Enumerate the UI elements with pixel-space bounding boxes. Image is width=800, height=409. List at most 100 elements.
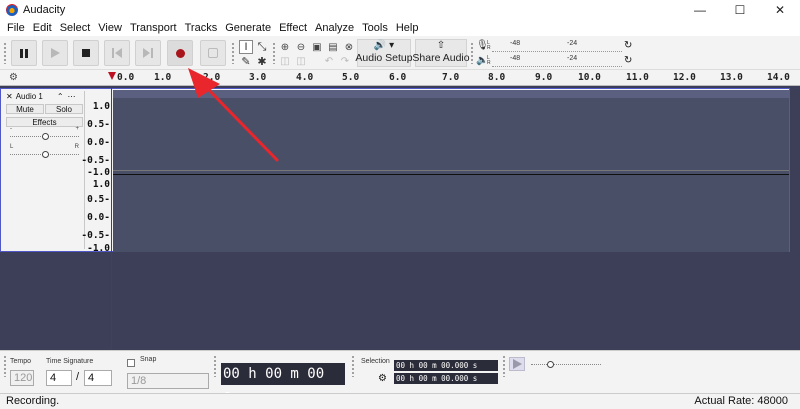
menu-file[interactable]: File bbox=[4, 22, 28, 34]
time-signature-slash: / bbox=[76, 371, 80, 383]
playback-speed-slider[interactable] bbox=[527, 361, 605, 369]
toolbar-grip[interactable] bbox=[3, 42, 7, 64]
fit-selection-button[interactable]: ▣ bbox=[310, 40, 324, 54]
time-signature-denominator[interactable]: 4 bbox=[84, 370, 112, 386]
undo-button[interactable]: ↶ bbox=[322, 54, 336, 68]
mute-button[interactable]: Mute bbox=[6, 104, 44, 114]
zoom-out-button[interactable]: ⊖ bbox=[294, 40, 308, 54]
track-menu-icon[interactable]: ⋯ bbox=[68, 92, 76, 101]
gain-knob[interactable] bbox=[42, 133, 49, 140]
menu-select[interactable]: Select bbox=[57, 22, 94, 34]
audio-setup-button[interactable]: 🔊 ▾ Audio Setup bbox=[355, 39, 413, 67]
tracks-area[interactable]: ✕ Audio 1 ⌃ ⋯ Mute Solo Effects - + L R bbox=[0, 86, 800, 350]
zoom-toggle-button[interactable]: ⊗ bbox=[342, 40, 356, 54]
play-icon bbox=[50, 48, 60, 58]
skip-to-end-button[interactable] bbox=[135, 40, 161, 66]
menu-tools[interactable]: Tools bbox=[359, 22, 391, 34]
play-at-speed-grip[interactable] bbox=[502, 355, 506, 377]
menu-help[interactable]: Help bbox=[393, 22, 422, 34]
time-signature-numerator[interactable]: 4 bbox=[46, 370, 72, 386]
speed-knob[interactable] bbox=[547, 361, 554, 368]
ruler-tick-label: 10.0 bbox=[578, 72, 601, 83]
trim-button[interactable]: ◫ bbox=[278, 54, 292, 68]
audacity-logo-icon bbox=[6, 4, 18, 16]
menu-tracks[interactable]: Tracks bbox=[182, 22, 221, 34]
fit-project-button[interactable]: ▤ bbox=[326, 40, 340, 54]
pan-slider[interactable]: L R bbox=[6, 144, 83, 159]
selection-tool[interactable]: I bbox=[239, 40, 253, 54]
play-head-marker[interactable] bbox=[108, 72, 116, 80]
selection-start-value: 00 h 00 m 00.000 s bbox=[396, 361, 478, 370]
meter-grip[interactable] bbox=[470, 42, 474, 64]
amplitude-scale: 1.0 0.5- 0.0- -0.5- -1.0 1.0 0.5- 0.0- -… bbox=[81, 91, 112, 254]
zoom-toggle-icon: ⊗ bbox=[344, 41, 354, 53]
edit-grip[interactable] bbox=[272, 42, 276, 64]
snap-checkbox[interactable] bbox=[127, 359, 135, 367]
stop-button[interactable] bbox=[73, 40, 99, 66]
menu-generate[interactable]: Generate bbox=[222, 22, 274, 34]
recording-cursor bbox=[111, 86, 112, 350]
menu-effect[interactable]: Effect bbox=[276, 22, 310, 34]
amp-label: -1.0 bbox=[87, 167, 110, 178]
share-audio-button[interactable]: ⇧ Share Audio bbox=[412, 39, 470, 67]
bottom-grip[interactable] bbox=[3, 355, 7, 377]
amp-label: 1.0 bbox=[92, 179, 110, 190]
tools-grip[interactable] bbox=[231, 42, 235, 64]
ruler-tick-label: 2.0 bbox=[203, 72, 221, 83]
menu-edit[interactable]: Edit bbox=[30, 22, 55, 34]
amp-label: 0.0- bbox=[87, 212, 110, 223]
menu-transport[interactable]: Transport bbox=[127, 22, 180, 34]
play-button[interactable] bbox=[42, 40, 68, 66]
solo-button[interactable]: Solo bbox=[45, 104, 83, 114]
selection-end-field[interactable]: 00 h 00 m 00.000 s bbox=[394, 373, 498, 384]
time-grip[interactable] bbox=[213, 355, 217, 377]
record-meter-tick: -24 bbox=[567, 40, 578, 47]
loop-icon bbox=[208, 48, 218, 58]
record-meter[interactable]: 🎙 LR -48 -24 ↻ bbox=[476, 39, 632, 52]
pan-knob[interactable] bbox=[42, 151, 49, 158]
gain-slider[interactable]: - + bbox=[6, 126, 83, 141]
selection-start-field[interactable]: 00 h 00 m 00.000 s bbox=[394, 360, 498, 371]
play-at-speed-button[interactable] bbox=[509, 357, 525, 371]
minimize-button[interactable]: — bbox=[680, 0, 720, 20]
fit-selection-icon: ▣ bbox=[312, 41, 322, 53]
silence-button[interactable]: ◫ bbox=[294, 54, 308, 68]
selection-end-value: 00 h 00 m 00.000 s bbox=[396, 374, 478, 383]
record-meter-reset-icon[interactable]: ↻ bbox=[624, 40, 632, 51]
window-controls: — ☐ ✕ bbox=[680, 0, 800, 20]
selection-options-icon[interactable]: ⚙ bbox=[378, 373, 387, 384]
title-bar: Audacity — ☐ ✕ bbox=[0, 0, 800, 20]
speaker-icon: 🔊 ▾ bbox=[373, 40, 395, 51]
envelope-tool[interactable]: ⤡ bbox=[255, 40, 269, 54]
audio-track[interactable]: ✕ Audio 1 ⌃ ⋯ Mute Solo Effects - + L R bbox=[0, 88, 790, 254]
time-display[interactable]: 00 h 00 m 00 s▾ bbox=[221, 363, 345, 404]
snap-select[interactable]: 1/8 bbox=[127, 373, 209, 389]
multi-tool[interactable]: ✱ bbox=[255, 54, 269, 68]
menu-view[interactable]: View bbox=[95, 22, 125, 34]
status-bar: Recording. Actual Rate: 48000 bbox=[0, 393, 800, 409]
track-name[interactable]: Audio 1 bbox=[16, 92, 43, 101]
record-button[interactable] bbox=[167, 40, 193, 66]
loop-button[interactable] bbox=[200, 40, 226, 66]
playback-meter-reset-icon[interactable]: ↻ bbox=[624, 55, 632, 66]
playback-meter[interactable]: 🔈 LR -48 -24 ↻ bbox=[476, 54, 632, 67]
timeline-options-icon[interactable]: ⚙ bbox=[9, 72, 18, 83]
collapse-track-icon[interactable]: ⌃ bbox=[57, 92, 64, 101]
close-button[interactable]: ✕ bbox=[760, 0, 800, 20]
ruler-tick-label: 3.0 bbox=[249, 72, 267, 83]
pause-button[interactable] bbox=[11, 40, 37, 66]
close-track-icon[interactable]: ✕ bbox=[6, 92, 13, 101]
timeline-ruler[interactable]: 0.0 1.0 2.0 3.0 4.0 5.0 6.0 7.0 8.0 9.0 … bbox=[0, 70, 800, 86]
tempo-input[interactable]: 120 bbox=[10, 370, 34, 386]
waveform-display[interactable] bbox=[113, 90, 789, 252]
selection-grip[interactable] bbox=[351, 355, 355, 377]
effects-button[interactable]: Effects bbox=[6, 117, 83, 127]
menu-analyze[interactable]: Analyze bbox=[312, 22, 357, 34]
skip-to-start-button[interactable] bbox=[104, 40, 130, 66]
zoom-in-icon: ⊕ bbox=[280, 41, 290, 53]
zoom-in-button[interactable]: ⊕ bbox=[278, 40, 292, 54]
playback-meter-tick: -48 bbox=[510, 55, 521, 62]
maximize-button[interactable]: ☐ bbox=[720, 0, 760, 20]
redo-button[interactable]: ↷ bbox=[338, 54, 352, 68]
draw-tool[interactable]: ✎ bbox=[239, 54, 253, 68]
